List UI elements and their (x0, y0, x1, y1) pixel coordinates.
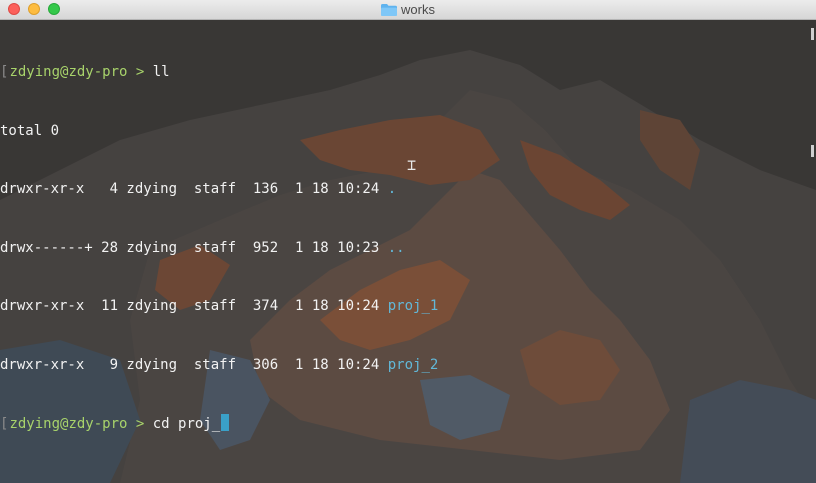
listing-name: proj_1 (387, 298, 439, 314)
listing-meta: drwxr-xr-x 4 zdying staff 136 1 18 10:24 (0, 181, 388, 197)
folder-icon (381, 4, 398, 19)
listing-meta: drwx------+ 28 zdying staff 952 1 18 10:… (0, 239, 388, 256)
listing-meta: drwxr-xr-x 9 zdying staff 306 1 18 10:24 (0, 356, 388, 373)
text-ibeam-icon: ⌶ (407, 156, 417, 174)
text-cursor (221, 414, 230, 431)
listing-row: drwxr-xr-x 4 zdying staff 136 1 18 10:24… (0, 180, 438, 200)
command-input[interactable]: cd proj_ (153, 416, 220, 432)
shell-prompt: zdying@zdy-pro > (9, 64, 153, 80)
terminal-line: [zdying@zdy-pro > ll (0, 63, 438, 83)
terminal-output: [zdying@zdy-pro > ll total 0 drwxr-xr-x … (0, 24, 438, 473)
listing-row: drwx------+ 28 zdying staff 952 1 18 10:… (0, 239, 438, 259)
window-title: works (0, 2, 816, 19)
line-marker: [ (0, 64, 9, 80)
listing-name: proj_2 (387, 356, 439, 373)
shell-prompt: zdying@zdy-pro > (9, 416, 153, 432)
terminal-view[interactable]: [zdying@zdy-pro > ll total 0 drwxr-xr-x … (0, 20, 816, 483)
listing-meta: drwxr-xr-x 11 zdying staff 374 1 18 10:2… (0, 298, 388, 314)
listing-row: drwxr-xr-x 11 zdying staff 374 1 18 10:2… (0, 297, 438, 317)
listing-name: .. (387, 239, 405, 256)
line-marker: [ (0, 416, 9, 432)
window-title-text: works (401, 2, 435, 17)
listing-name: . (387, 181, 397, 197)
output-text: total 0 (0, 122, 60, 139)
terminal-line: [zdying@zdy-pro > cd proj_ (0, 414, 438, 434)
terminal-window: works [zdying@zdy-pro > ll total 0 drwxr… (0, 0, 816, 483)
line-edge-marker (811, 145, 814, 157)
title-bar[interactable]: works (0, 0, 816, 20)
line-edge-marker (811, 28, 814, 40)
terminal-line: total 0 (0, 122, 438, 142)
command-text: ll (152, 64, 170, 80)
listing-row: drwxr-xr-x 9 zdying staff 306 1 18 10:24… (0, 356, 438, 376)
